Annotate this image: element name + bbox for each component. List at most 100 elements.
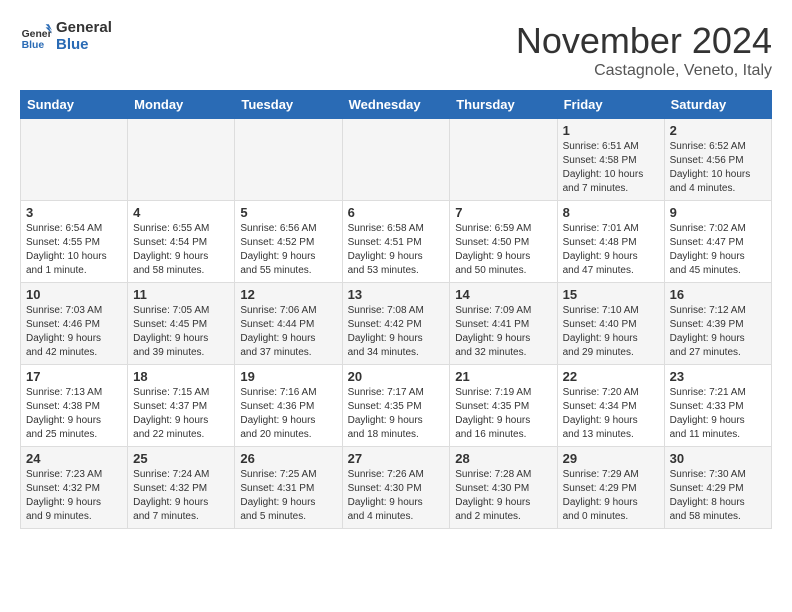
day-info: Sunrise: 6:52 AM Sunset: 4:56 PM Dayligh… [670, 140, 766, 196]
day-number: 22 [563, 369, 659, 384]
day-cell: 30 Sunrise: 7:30 AM Sunset: 4:29 PM Dayli… [664, 447, 771, 529]
day-number: 10 [26, 287, 122, 302]
day-number: 18 [133, 369, 229, 384]
day-cell: 8 Sunrise: 7:01 AM Sunset: 4:48 PM Daylig… [557, 201, 664, 283]
day-cell: 19Sunrise: 7:16 AM Sunset: 4:36 PM Dayli… [235, 365, 342, 447]
day-number: 28 [455, 451, 551, 466]
day-cell: 12 Sunrise: 7:06 AM Sunset: 4:44 PM Dayli… [235, 283, 342, 365]
week-row-2: 3Sunrise: 6:54 AM Sunset: 4:55 PM Daylig… [21, 201, 772, 283]
day-number: 29 [563, 451, 659, 466]
day-info: Sunrise: 7:03 AM Sunset: 4:46 PM Dayligh… [26, 304, 122, 360]
day-cell: 7 Sunrise: 6:59 AM Sunset: 4:50 PM Daylig… [450, 201, 557, 283]
day-cell: 17Sunrise: 7:13 AM Sunset: 4:38 PM Dayli… [21, 365, 128, 447]
day-number: 27 [348, 451, 445, 466]
day-number: 13 [348, 287, 445, 302]
day-cell: 24 Sunrise: 7:23 AM Sunset: 4:32 PM Dayli… [21, 447, 128, 529]
day-info: Sunrise: 6:59 AM Sunset: 4:50 PM Dayligh… [455, 222, 551, 278]
day-cell: 2 Sunrise: 6:52 AM Sunset: 4:56 PM Daylig… [664, 119, 771, 201]
day-cell: 23 Sunrise: 7:21 AM Sunset: 4:33 PM Dayli… [664, 365, 771, 447]
week-row-3: 10 Sunrise: 7:03 AM Sunset: 4:46 PM Dayli… [21, 283, 772, 365]
day-cell: 28 Sunrise: 7:28 AM Sunset: 4:30 PM Dayli… [450, 447, 557, 529]
day-cell: 5 Sunrise: 6:56 AM Sunset: 4:52 PM Daylig… [235, 201, 342, 283]
day-cell [21, 119, 128, 201]
day-number: 23 [670, 369, 766, 384]
day-cell: 25 Sunrise: 7:24 AM Sunset: 4:32 PM Dayli… [128, 447, 235, 529]
day-info: Sunrise: 6:58 AM Sunset: 4:51 PM Dayligh… [348, 222, 445, 278]
day-cell: 10 Sunrise: 7:03 AM Sunset: 4:46 PM Dayli… [21, 283, 128, 365]
day-info: Sunrise: 7:26 AM Sunset: 4:30 PM Dayligh… [348, 468, 445, 524]
day-cell: 6 Sunrise: 6:58 AM Sunset: 4:51 PM Daylig… [342, 201, 450, 283]
day-cell: 20 Sunrise: 7:17 AM Sunset: 4:35 PM Dayli… [342, 365, 450, 447]
header: General Blue General Blue November 2024 … [20, 20, 772, 80]
week-row-5: 24 Sunrise: 7:23 AM Sunset: 4:32 PM Dayli… [21, 447, 772, 529]
day-cell: 29Sunrise: 7:29 AM Sunset: 4:29 PM Dayli… [557, 447, 664, 529]
day-number: 24 [26, 451, 122, 466]
day-info: Sunrise: 7:30 AM Sunset: 4:29 PM Dayligh… [670, 468, 766, 524]
day-info: Sunrise: 7:24 AM Sunset: 4:32 PM Dayligh… [133, 468, 229, 524]
day-cell [235, 119, 342, 201]
weekday-header-tuesday: Tuesday [235, 91, 342, 119]
day-cell: 13 Sunrise: 7:08 AM Sunset: 4:42 PM Dayli… [342, 283, 450, 365]
day-cell: 3Sunrise: 6:54 AM Sunset: 4:55 PM Daylig… [21, 201, 128, 283]
day-number: 16 [670, 287, 766, 302]
day-info: Sunrise: 7:17 AM Sunset: 4:35 PM Dayligh… [348, 386, 445, 442]
day-number: 2 [670, 123, 766, 138]
day-info: Sunrise: 7:10 AM Sunset: 4:40 PM Dayligh… [563, 304, 659, 360]
day-info: Sunrise: 7:21 AM Sunset: 4:33 PM Dayligh… [670, 386, 766, 442]
day-number: 20 [348, 369, 445, 384]
logo-icon: General Blue [20, 21, 52, 53]
day-number: 25 [133, 451, 229, 466]
day-info: Sunrise: 7:01 AM Sunset: 4:48 PM Dayligh… [563, 222, 659, 278]
day-info: Sunrise: 7:28 AM Sunset: 4:30 PM Dayligh… [455, 468, 551, 524]
day-cell: 11 Sunrise: 7:05 AM Sunset: 4:45 PM Dayli… [128, 283, 235, 365]
week-row-4: 17Sunrise: 7:13 AM Sunset: 4:38 PM Dayli… [21, 365, 772, 447]
day-cell: 26Sunrise: 7:25 AM Sunset: 4:31 PM Dayli… [235, 447, 342, 529]
day-number: 30 [670, 451, 766, 466]
day-info: Sunrise: 6:56 AM Sunset: 4:52 PM Dayligh… [240, 222, 336, 278]
calendar-body: 1 Sunrise: 6:51 AM Sunset: 4:58 PM Daylig… [21, 119, 772, 529]
day-info: Sunrise: 7:08 AM Sunset: 4:42 PM Dayligh… [348, 304, 445, 360]
day-info: Sunrise: 7:20 AM Sunset: 4:34 PM Dayligh… [563, 386, 659, 442]
day-info: Sunrise: 7:05 AM Sunset: 4:45 PM Dayligh… [133, 304, 229, 360]
day-number: 7 [455, 205, 551, 220]
day-info: Sunrise: 7:09 AM Sunset: 4:41 PM Dayligh… [455, 304, 551, 360]
day-info: Sunrise: 7:06 AM Sunset: 4:44 PM Dayligh… [240, 304, 336, 360]
day-info: Sunrise: 6:54 AM Sunset: 4:55 PM Dayligh… [26, 222, 122, 278]
weekday-header-thursday: Thursday [450, 91, 557, 119]
day-cell: 22 Sunrise: 7:20 AM Sunset: 4:34 PM Dayli… [557, 365, 664, 447]
weekday-header-row: SundayMondayTuesdayWednesdayThursdayFrid… [21, 91, 772, 119]
day-info: Sunrise: 7:12 AM Sunset: 4:39 PM Dayligh… [670, 304, 766, 360]
day-info: Sunrise: 7:23 AM Sunset: 4:32 PM Dayligh… [26, 468, 122, 524]
week-row-1: 1 Sunrise: 6:51 AM Sunset: 4:58 PM Daylig… [21, 119, 772, 201]
svg-text:Blue: Blue [22, 40, 45, 51]
day-cell: 14Sunrise: 7:09 AM Sunset: 4:41 PM Dayli… [450, 283, 557, 365]
day-number: 11 [133, 287, 229, 302]
day-cell [450, 119, 557, 201]
day-number: 15 [563, 287, 659, 302]
day-cell: 16 Sunrise: 7:12 AM Sunset: 4:39 PM Dayli… [664, 283, 771, 365]
day-cell: 27 Sunrise: 7:26 AM Sunset: 4:30 PM Dayli… [342, 447, 450, 529]
day-number: 6 [348, 205, 445, 220]
calendar-table: SundayMondayTuesdayWednesdayThursdayFrid… [20, 90, 772, 529]
day-cell: 18Sunrise: 7:15 AM Sunset: 4:37 PM Dayli… [128, 365, 235, 447]
day-number: 17 [26, 369, 122, 384]
day-number: 21 [455, 369, 551, 384]
day-cell [128, 119, 235, 201]
title-area: November 2024 Castagnole, Veneto, Italy [516, 20, 772, 80]
day-number: 26 [240, 451, 336, 466]
day-info: Sunrise: 6:51 AM Sunset: 4:58 PM Dayligh… [563, 140, 659, 196]
day-number: 12 [240, 287, 336, 302]
day-number: 1 [563, 123, 659, 138]
day-cell [342, 119, 450, 201]
day-number: 8 [563, 205, 659, 220]
month-title: November 2024 [516, 20, 772, 62]
day-info: Sunrise: 7:02 AM Sunset: 4:47 PM Dayligh… [670, 222, 766, 278]
day-cell: 1 Sunrise: 6:51 AM Sunset: 4:58 PM Daylig… [557, 119, 664, 201]
day-cell: 9 Sunrise: 7:02 AM Sunset: 4:47 PM Daylig… [664, 201, 771, 283]
day-info: Sunrise: 7:19 AM Sunset: 4:35 PM Dayligh… [455, 386, 551, 442]
day-number: 9 [670, 205, 766, 220]
day-number: 5 [240, 205, 336, 220]
location: Castagnole, Veneto, Italy [516, 62, 772, 80]
svg-text:General: General [22, 29, 52, 40]
weekday-header-friday: Friday [557, 91, 664, 119]
